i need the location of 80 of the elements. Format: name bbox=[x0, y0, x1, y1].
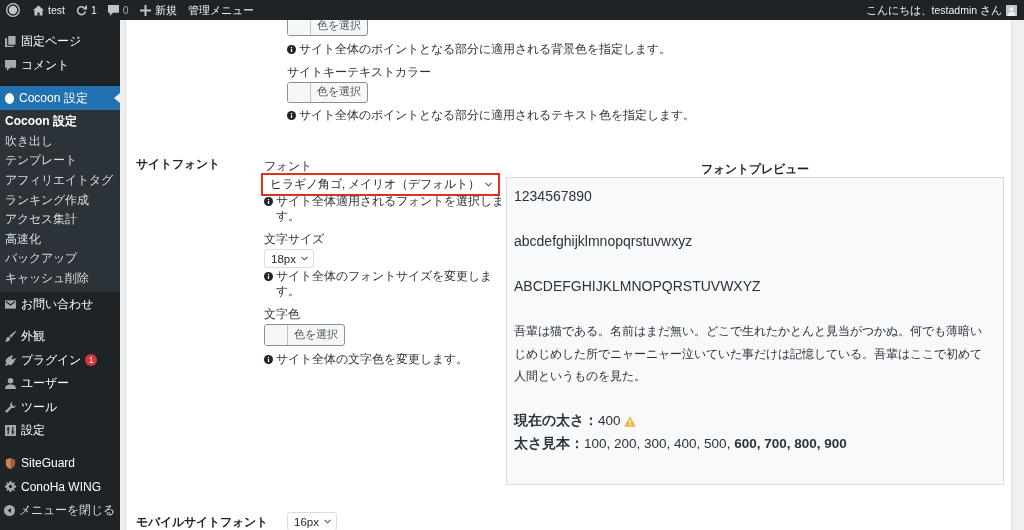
mail-icon bbox=[5, 298, 16, 310]
submenu-item[interactable]: アクセス集計 bbox=[0, 209, 120, 230]
field-label: 文字サイズ bbox=[264, 232, 325, 247]
sample-text: ABCDEFGHIJKLMNOPQRSTUVWXYZ bbox=[514, 277, 762, 296]
submenu-item[interactable]: 高速化 bbox=[0, 229, 120, 250]
sidebar-item[interactable]: SiteGuard bbox=[0, 451, 120, 475]
chevron-icon bbox=[485, 182, 493, 187]
comments-link[interactable]: 0 bbox=[107, 0, 129, 20]
sidebar-item[interactable]: Cocoon 設定 bbox=[0, 86, 120, 110]
sample-paragraph: 吾輩は猫である。名前はまだ無い。どこで生れたかとんと見当がつかぬ。何でも薄暗いじめじめした所でニャーニャー泣いていた事だけは記憶している。吾輩はここで初めて人間というものを見た。 bbox=[514, 323, 983, 385]
select-field[interactable]: 18px bbox=[264, 249, 314, 268]
comment-icon bbox=[5, 59, 16, 71]
new-content-link[interactable]: 新規 bbox=[139, 0, 177, 20]
settings-icon bbox=[5, 425, 16, 437]
sample-text: 1234567890 bbox=[514, 187, 593, 206]
info-icon bbox=[264, 354, 273, 364]
pages-icon bbox=[5, 36, 16, 48]
submenu-item[interactable]: 吹き出し bbox=[0, 131, 120, 152]
submenu-item[interactable]: Cocoon 設定 bbox=[0, 112, 120, 132]
section-title: モバイルサイトフォント bbox=[136, 515, 268, 529]
sidebar-item[interactable]: ツール bbox=[0, 395, 120, 419]
egg-icon bbox=[5, 92, 14, 104]
hint-text: サイト全体のフォントサイズを変更します。 bbox=[276, 269, 493, 299]
logo-icon[interactable] bbox=[6, 3, 20, 17]
admin-menu-link[interactable]: 管理メニュー bbox=[187, 0, 254, 20]
user-icon bbox=[5, 378, 16, 390]
field-label: サイトキーテキストカラー bbox=[287, 64, 432, 80]
select-field[interactable]: 16px bbox=[287, 512, 337, 530]
collapse-menu-button[interactable]: メニューを閉じる bbox=[0, 498, 120, 522]
current-weight-text: 現在の太さ：400 bbox=[514, 412, 621, 430]
color-picker-button[interactable]: 色を選択 bbox=[264, 324, 345, 346]
wrench-icon bbox=[5, 401, 16, 413]
submenu-item[interactable]: アフィリエイトタグ bbox=[0, 170, 120, 191]
section-title: サイトフォント bbox=[136, 157, 220, 171]
sidebar-item[interactable]: ユーザー bbox=[0, 371, 120, 396]
weight-sample-text: 太さ見本：100, 200, 300, 400, 500, 600, 700, 800, 900 bbox=[514, 434, 848, 453]
info-icon bbox=[287, 111, 296, 120]
plug-icon bbox=[5, 354, 16, 366]
hint-text: サイト全体のポイントとなる部分に適用される背景色を指定します。 bbox=[299, 41, 671, 57]
gear-icon bbox=[5, 481, 16, 493]
brush-icon bbox=[5, 331, 16, 343]
plus-icon bbox=[139, 4, 151, 16]
site-name-link[interactable]: test bbox=[33, 0, 65, 20]
sidebar-item[interactable]: 固定ページ bbox=[0, 30, 120, 54]
info-icon bbox=[264, 197, 273, 206]
color-swatch-icon bbox=[265, 325, 288, 345]
info-icon bbox=[264, 272, 273, 281]
sample-text: abcdefghijklmnopqrstuvwxyz bbox=[514, 232, 694, 251]
sidebar-item[interactable]: 外観 bbox=[0, 324, 120, 349]
hint-text: サイト全体のポイントとなる部分に適用されるテキスト色を指定します。 bbox=[299, 108, 695, 123]
avatar-icon[interactable] bbox=[1006, 4, 1017, 16]
hint-text: サイト全体の文字色を変更します。 bbox=[276, 351, 468, 367]
sidebar-item[interactable]: プラグイン 1 bbox=[0, 348, 120, 372]
preview-title: フォントプレビュー bbox=[700, 162, 810, 176]
submenu-item[interactable]: バックアップ bbox=[0, 249, 120, 269]
collapse-icon bbox=[4, 504, 15, 516]
color-picker-button[interactable]: 色を選択 bbox=[287, 20, 368, 36]
sidebar-item[interactable]: コメント bbox=[0, 53, 120, 77]
info-icon bbox=[287, 44, 296, 54]
sidebar-item[interactable]: ConoHa WING bbox=[0, 474, 120, 499]
count-badge: 1 bbox=[85, 354, 97, 367]
chevron-icon bbox=[323, 519, 331, 524]
updates-link[interactable]: 1 bbox=[75, 0, 97, 20]
field-label: フォント bbox=[264, 159, 313, 174]
color-swatch-icon bbox=[288, 82, 311, 102]
greeting-link[interactable]: こんにちは、testadmin さん bbox=[865, 0, 1002, 20]
sidebar-item[interactable]: 設定 bbox=[0, 418, 120, 443]
current-pointer-icon bbox=[114, 93, 120, 103]
home-icon bbox=[33, 4, 44, 16]
hint-text: サイト全体適用されるフォントを選択します。 bbox=[276, 194, 504, 224]
shield-icon bbox=[5, 457, 16, 469]
field-label: 文字色 bbox=[264, 307, 301, 322]
submenu-item[interactable]: ランキング作成 bbox=[0, 190, 120, 210]
refresh-icon bbox=[75, 4, 87, 16]
submenu-item[interactable]: テンプレート bbox=[0, 151, 120, 171]
chevron-icon bbox=[300, 256, 308, 261]
comment-icon bbox=[107, 4, 119, 16]
sidebar-item[interactable]: お問い合わせ bbox=[0, 292, 120, 316]
color-picker-button[interactable]: 色を選択 bbox=[287, 81, 368, 103]
submenu-item[interactable]: キャッシュ削除 bbox=[0, 268, 120, 289]
